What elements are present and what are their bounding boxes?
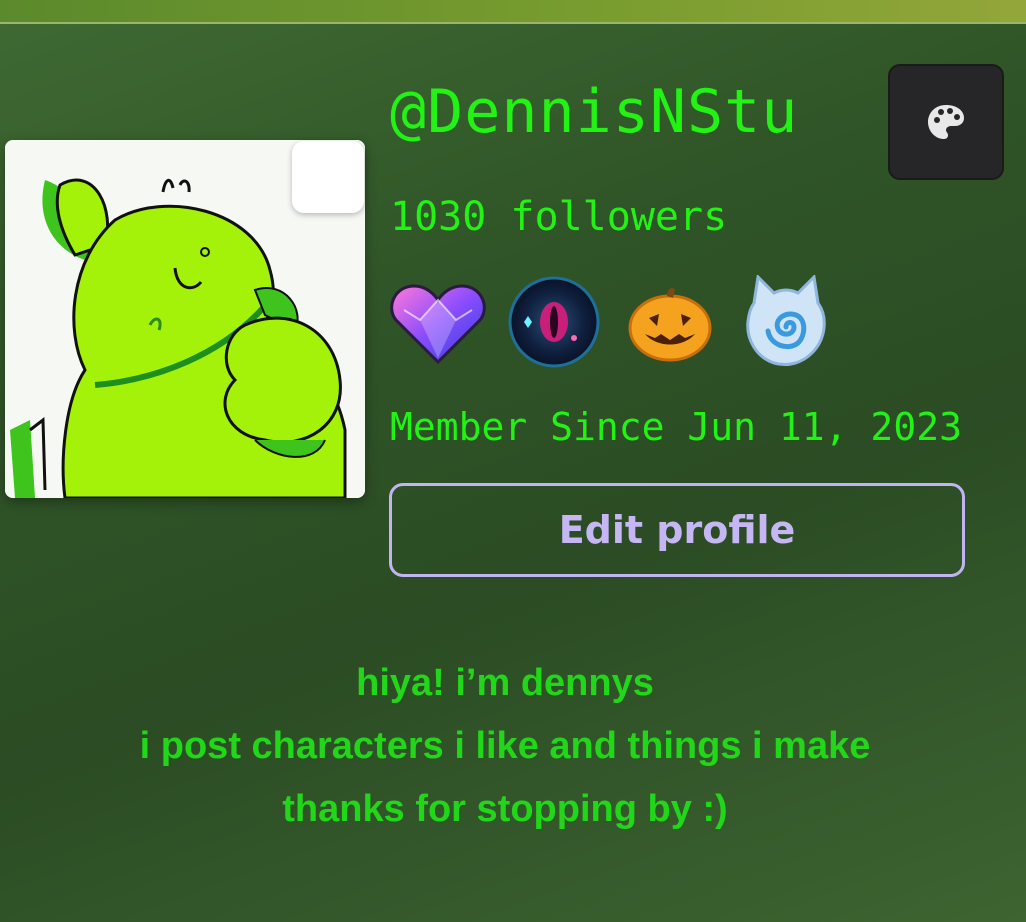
theme-palette-button[interactable] xyxy=(888,64,1004,180)
edit-profile-button[interactable]: Edit profile xyxy=(389,483,965,577)
bio-line: thanks for stopping by :) xyxy=(282,788,728,830)
jack-o-lantern-icon[interactable] xyxy=(620,274,720,370)
bio-line: hiya! i’m dennys xyxy=(356,662,654,704)
followers-count[interactable]: 1030 followers xyxy=(390,192,727,242)
avatar-frame-badge xyxy=(292,141,364,213)
member-since-date: Member Since Jun 11, 2023 xyxy=(390,405,962,449)
badge-row xyxy=(388,274,852,370)
palette-icon xyxy=(928,105,964,139)
ice-swirl-cat-icon[interactable] xyxy=(736,274,836,370)
profile-bio: hiya! i’m dennys i post characters i lik… xyxy=(0,652,1010,841)
profile-username: @DennisNStu xyxy=(390,77,799,147)
crystal-heart-icon[interactable] xyxy=(388,274,488,370)
dark-eye-orb-icon[interactable] xyxy=(504,274,604,370)
bio-line: i post characters i like and things i ma… xyxy=(139,725,871,767)
top-banner-strip xyxy=(0,0,1026,24)
